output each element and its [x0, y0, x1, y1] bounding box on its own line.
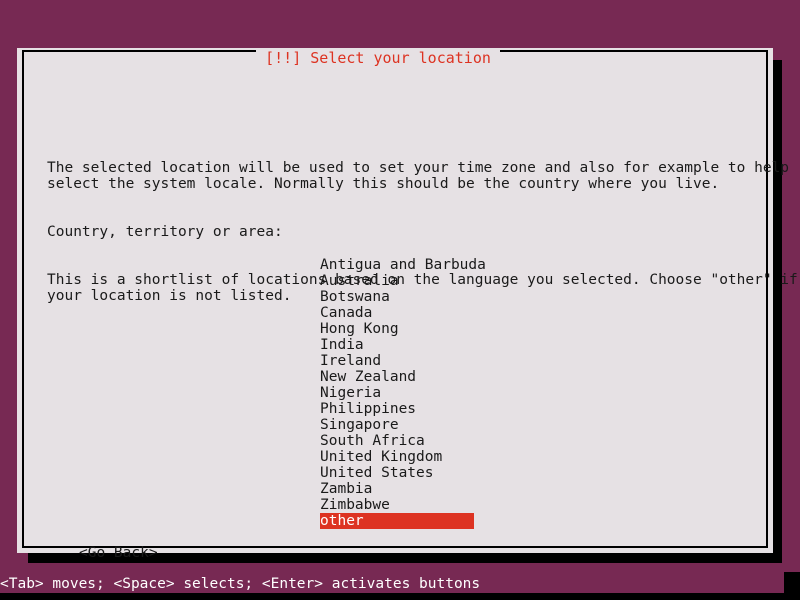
- installer-screen: The selected location will be used to se…: [0, 0, 800, 600]
- location-list-item[interactable]: Hong Kong: [320, 321, 476, 337]
- keyboard-hint-status-bar: <Tab> moves; <Space> selects; <Enter> ac…: [0, 576, 481, 592]
- location-list-item-selected[interactable]: other: [320, 513, 474, 529]
- location-list-item[interactable]: Singapore: [320, 417, 476, 433]
- location-list-item[interactable]: United Kingdom: [320, 449, 476, 465]
- location-list-item[interactable]: Australia: [320, 273, 476, 289]
- location-list-item[interactable]: Zimbabwe: [320, 497, 476, 513]
- location-list-item[interactable]: Ireland: [320, 353, 476, 369]
- location-list-item[interactable]: South Africa: [320, 433, 476, 449]
- location-list-item[interactable]: Canada: [320, 305, 476, 321]
- location-list-item[interactable]: Antigua and Barbuda: [320, 257, 486, 273]
- location-list-item[interactable]: Zambia: [320, 481, 476, 497]
- location-list-item[interactable]: Botswana: [320, 289, 476, 305]
- location-list[interactable]: Antigua and Barbuda Australia Botswana Cana…: [320, 257, 486, 529]
- location-list-item[interactable]: Nigeria: [320, 385, 476, 401]
- select-location-dialog: The selected location will be used to se…: [17, 48, 798, 561]
- location-list-item[interactable]: New Zealand: [320, 369, 476, 385]
- location-list-item[interactable]: Philippines: [320, 401, 476, 417]
- screen-bottom-strip: [0, 593, 800, 600]
- go-back-button[interactable]: <Go Back>: [79, 545, 158, 561]
- screen-right-block: [784, 572, 800, 600]
- location-list-item[interactable]: United States: [320, 465, 476, 481]
- country-prompt-label: Country, territory or area:: [47, 224, 283, 240]
- location-list-item[interactable]: India: [320, 337, 476, 353]
- dialog-paragraph-1: The selected location will be used to se…: [47, 160, 790, 192]
